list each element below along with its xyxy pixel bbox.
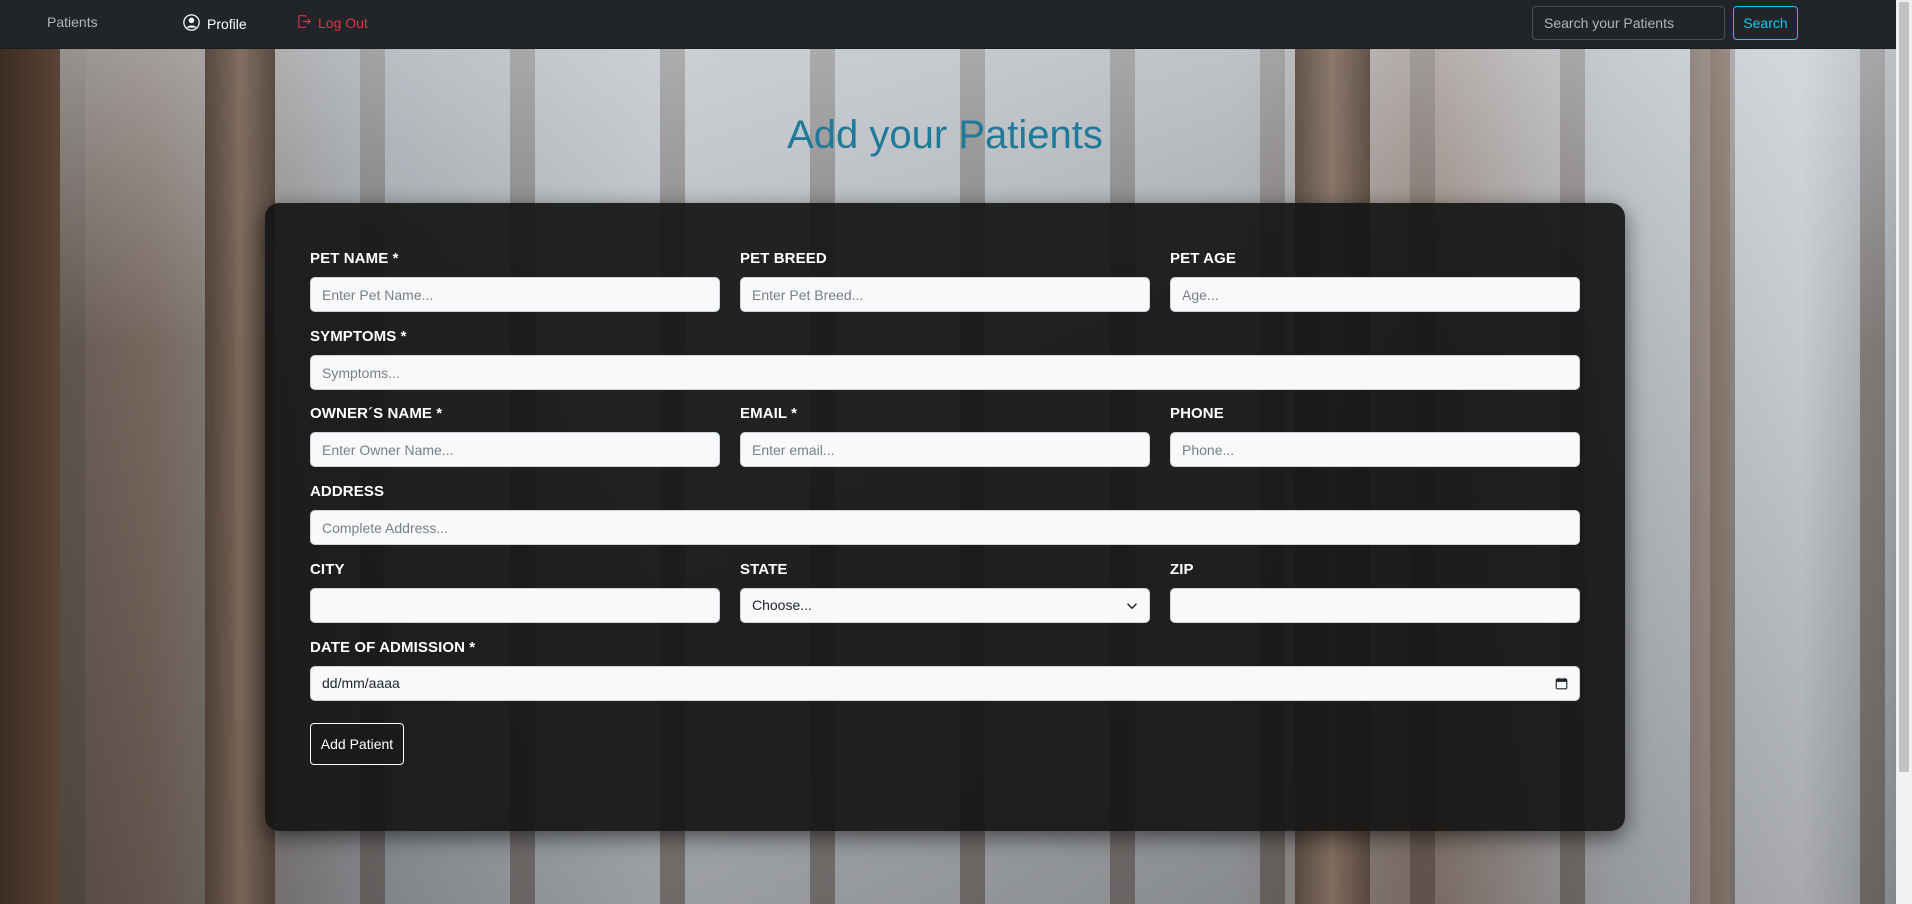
address-label: ADDRESS: [310, 483, 385, 500]
admission-date-input[interactable]: dd/mm/aaaa: [310, 666, 1580, 701]
tree-trunk: [0, 48, 60, 904]
zip-input[interactable]: [1170, 588, 1580, 623]
top-navbar: Patients Profile Log Out Search: [0, 0, 1896, 49]
email-label: EMAIL *: [740, 405, 798, 422]
zip-label: ZIP: [1170, 561, 1194, 578]
nav-logout-link[interactable]: Log Out: [297, 14, 368, 32]
add-patient-form: PET NAME * PET BREED PET AGE SYMPTOMS * …: [265, 203, 1625, 831]
pet-name-label: PET NAME *: [310, 250, 399, 267]
nav-logout-label: Log Out: [318, 15, 368, 31]
pet-age-input[interactable]: [1170, 277, 1580, 312]
page-title: Add your Patients: [787, 113, 1103, 157]
city-label: CITY: [310, 561, 345, 578]
pet-breed-label: PET BREED: [740, 250, 827, 267]
phone-label: PHONE: [1170, 405, 1224, 422]
state-selected-value: Choose...: [752, 597, 812, 613]
add-patient-button[interactable]: Add Patient: [310, 723, 404, 765]
owner-name-input[interactable]: [310, 432, 720, 467]
tree-trunk: [1690, 48, 1730, 904]
search-input[interactable]: [1532, 6, 1725, 40]
pet-breed-input[interactable]: [740, 277, 1150, 312]
phone-input[interactable]: [1170, 432, 1580, 467]
logout-icon: [297, 14, 312, 32]
pet-age-label: PET AGE: [1170, 250, 1236, 267]
state-label: STATE: [740, 561, 788, 578]
nav-profile-label: Profile: [207, 16, 247, 32]
pet-name-input[interactable]: [310, 277, 720, 312]
nav-profile-link[interactable]: Profile: [183, 14, 247, 34]
address-input[interactable]: [310, 510, 1580, 545]
scrollbar-thumb[interactable]: [1899, 2, 1909, 772]
email-input[interactable]: [740, 432, 1150, 467]
calendar-icon[interactable]: [1555, 677, 1568, 690]
state-select[interactable]: Choose...: [740, 588, 1150, 623]
page-scrollbar[interactable]: [1896, 0, 1912, 904]
symptoms-label: SYMPTOMS *: [310, 328, 407, 345]
user-circle-icon: [183, 14, 200, 34]
admission-date-label: DATE OF ADMISSION *: [310, 639, 476, 656]
admission-date-value: dd/mm/aaaa: [322, 675, 400, 691]
chevron-down-icon: [1126, 600, 1138, 612]
owner-name-label: OWNER´S NAME *: [310, 405, 443, 422]
search-button[interactable]: Search: [1733, 6, 1798, 40]
nav-patients-link[interactable]: Patients: [47, 14, 98, 30]
symptoms-input[interactable]: [310, 355, 1580, 390]
city-input[interactable]: [310, 588, 720, 623]
